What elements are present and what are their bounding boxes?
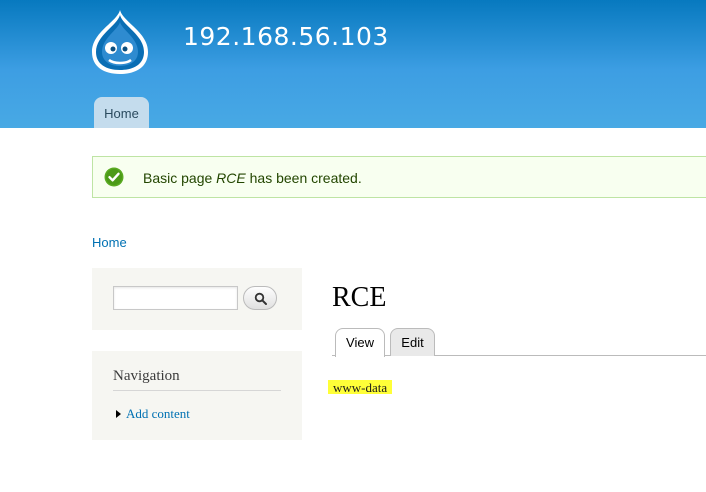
page-body-text: www-data xyxy=(328,380,393,395)
check-circle-icon xyxy=(104,167,124,187)
status-message-text: Basic page RCE has been created. xyxy=(143,170,362,186)
breadcrumb-home-link[interactable]: Home xyxy=(92,235,127,250)
navigation-divider xyxy=(113,390,281,391)
search-input[interactable] xyxy=(113,286,238,310)
message-prefix: Basic page xyxy=(143,170,213,186)
navigation-block: Navigation Add content xyxy=(92,351,302,440)
navigation-title: Navigation xyxy=(113,368,180,384)
drupal-logo-icon[interactable] xyxy=(90,8,150,76)
message-suffix: has been created. xyxy=(249,170,362,186)
add-content-link[interactable]: Add content xyxy=(126,406,190,422)
page-title: RCE xyxy=(332,282,387,313)
tab-edit[interactable]: Edit xyxy=(390,328,435,356)
search-block xyxy=(92,268,302,330)
status-message: Basic page RCE has been created. xyxy=(92,156,706,198)
main-menu-home-tab[interactable]: Home xyxy=(94,97,149,128)
search-button[interactable] xyxy=(243,286,277,310)
search-icon xyxy=(254,292,267,305)
site-header: 192.168.56.103 Home xyxy=(0,0,706,128)
menu-arrow-icon xyxy=(116,410,121,418)
message-page-title: RCE xyxy=(216,170,246,186)
tabs-divider xyxy=(332,355,706,356)
site-name[interactable]: 192.168.56.103 xyxy=(183,22,389,51)
tab-view[interactable]: View xyxy=(335,328,385,357)
